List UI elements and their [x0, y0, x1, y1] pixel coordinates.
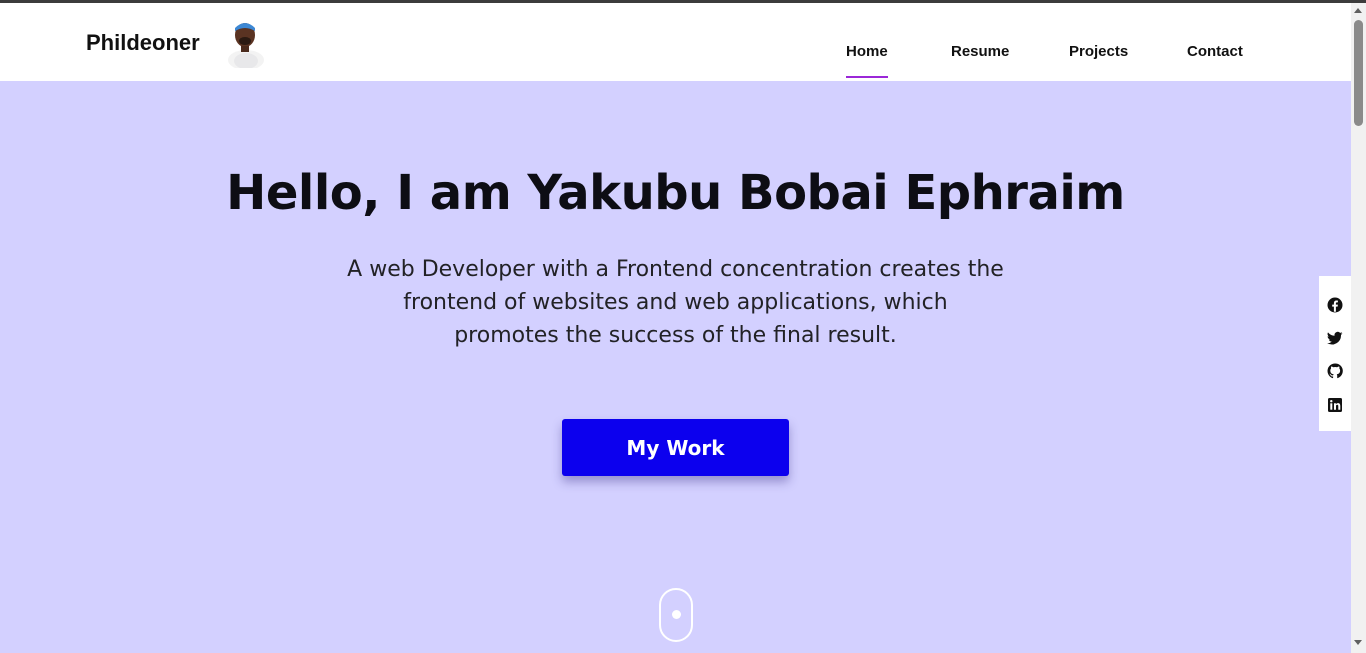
linkedin-icon[interactable] — [1327, 397, 1343, 413]
facebook-icon[interactable] — [1327, 297, 1343, 313]
site-header: Phildeoner Home Resume Projects Contact — [0, 3, 1351, 81]
nav-projects[interactable]: Projects — [1069, 43, 1128, 60]
my-work-button[interactable]: My Work — [562, 419, 789, 476]
twitter-icon[interactable] — [1327, 330, 1343, 346]
brand-name[interactable]: Phildeoner — [86, 30, 200, 56]
hero-title: Hello, I am Yakubu Bobai Ephraim — [226, 165, 1125, 221]
scroll-down-arrow-icon[interactable] — [1354, 640, 1362, 645]
nav-resume[interactable]: Resume — [951, 43, 1009, 60]
hero-subtitle-line: frontend of websites and web application… — [403, 290, 948, 315]
vertical-scrollbar[interactable] — [1351, 3, 1366, 653]
nav-active-indicator — [846, 76, 888, 78]
hero-subtitle-line: A web Developer with a Frontend concentr… — [347, 257, 1004, 282]
scroll-down-indicator[interactable] — [659, 588, 693, 642]
avatar — [224, 16, 268, 70]
hero-section: Hello, I am Yakubu Bobai Ephraim A web D… — [0, 81, 1351, 653]
scroll-up-arrow-icon[interactable] — [1354, 8, 1362, 13]
social-sidebar — [1319, 276, 1351, 431]
scroll-dot — [672, 610, 681, 619]
github-icon[interactable] — [1327, 363, 1343, 379]
nav-home[interactable]: Home — [846, 43, 888, 60]
hero-subtitle: A web Developer with a Frontend concentr… — [335, 253, 1016, 352]
scrollbar-thumb[interactable] — [1354, 20, 1363, 126]
nav-contact[interactable]: Contact — [1187, 43, 1243, 60]
hero-subtitle-line: promotes the success of the final result… — [454, 323, 897, 348]
